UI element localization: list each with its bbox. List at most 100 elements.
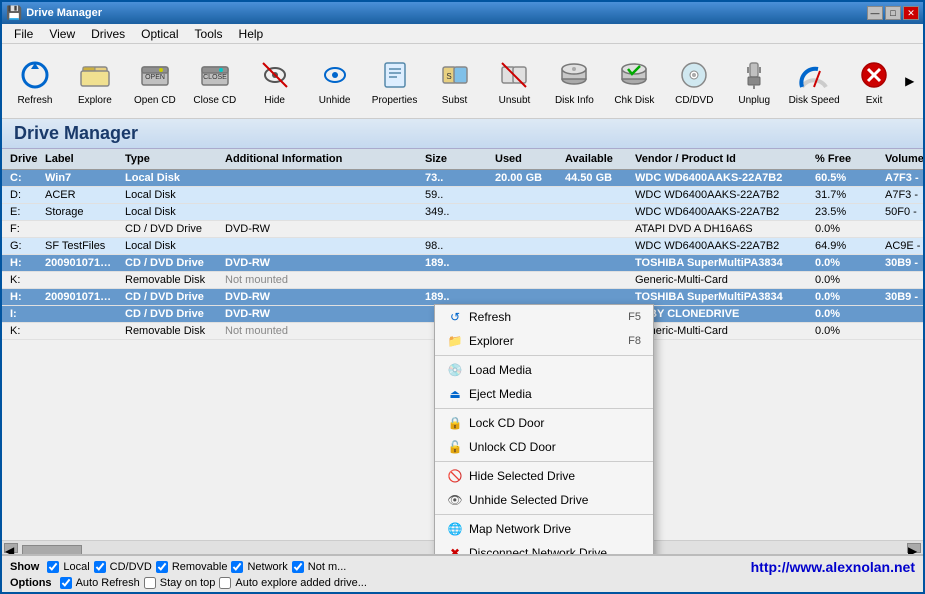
ctx-eject-media[interactable]: ⏏ Eject Media	[435, 382, 653, 406]
context-menu: ↺ Refresh F5 📁 Explorer F8 💿 Load Media …	[434, 304, 654, 554]
menu-optical[interactable]: Optical	[133, 25, 186, 43]
option-stay-on-top-checkbox[interactable]	[144, 577, 156, 589]
ctx-disconnect-network[interactable]: ✖ Disconnect Network Drive	[435, 541, 653, 554]
cell-drive: I:	[6, 307, 41, 321]
scroll-thumb[interactable]	[22, 545, 82, 555]
option-auto-explore-group[interactable]: Auto explore added drive...	[219, 577, 366, 589]
toolbar-unhide-button[interactable]: Unhide	[306, 47, 364, 115]
toolbar-chk-disk-button[interactable]: Chk Disk	[605, 47, 663, 115]
show-notm-checkbox[interactable]	[292, 561, 304, 573]
show-local-checkbox-group[interactable]: Local	[47, 561, 89, 573]
ctx-refresh[interactable]: ↺ Refresh F5	[435, 305, 653, 329]
show-network-checkbox-group[interactable]: Network	[231, 561, 287, 573]
option-auto-explore-checkbox[interactable]	[219, 577, 231, 589]
cell-label: 200901071013	[41, 256, 121, 270]
ctx-map-network-icon: 🌐	[447, 521, 463, 537]
cell-free: 0.0%	[811, 290, 881, 304]
cell-type: Local Disk	[121, 188, 221, 202]
show-local-checkbox[interactable]	[47, 561, 59, 573]
show-cddvd-checkbox[interactable]	[94, 561, 106, 573]
toolbar-properties-button[interactable]: Properties	[366, 47, 424, 115]
menu-tools[interactable]: Tools	[187, 25, 231, 43]
toolbar-cd-dvd-button[interactable]: CD/DVD	[665, 47, 723, 115]
cell-type: Local Disk	[121, 171, 221, 185]
table-row[interactable]: E: Storage Local Disk 349.. WDC WD6400AA…	[2, 204, 923, 221]
table-row[interactable]: D: ACER Local Disk 59.. WDC WD6400AAKS-2…	[2, 187, 923, 204]
minimize-window-button[interactable]: —	[867, 6, 883, 20]
toolbar-refresh-button[interactable]: Refresh	[6, 47, 64, 115]
website-link[interactable]: http://www.alexnolan.net	[751, 559, 915, 575]
table-row[interactable]: C: Win7 Local Disk 73.. 20.00 GB 44.50 G…	[2, 170, 923, 187]
toolbar-disk-speed-button[interactable]: Disk Speed	[785, 47, 843, 115]
toolbar-exit-button[interactable]: Exit	[845, 47, 903, 115]
show-removable-checkbox[interactable]	[156, 561, 168, 573]
cell-volume: 30B9 -	[881, 290, 923, 304]
chk-disk-icon	[616, 57, 652, 93]
ctx-lock-cd[interactable]: 🔒 Lock CD Door	[435, 411, 653, 435]
ctx-sep-4	[435, 514, 653, 515]
option-stay-on-top-group[interactable]: Stay on top	[144, 577, 216, 589]
ctx-hide-drive-icon: 🚫	[447, 468, 463, 484]
cell-drive: K:	[6, 324, 41, 338]
table-row[interactable]: G: SF TestFiles Local Disk 98.. WDC WD64…	[2, 238, 923, 255]
cell-type: CD / DVD Drive	[121, 222, 221, 236]
toolbar-disk-info-button[interactable]: Disk Info	[545, 47, 603, 115]
disk-speed-icon	[796, 57, 832, 93]
cell-type: CD / DVD Drive	[121, 256, 221, 270]
toolbar-cd-dvd-label: CD/DVD	[675, 95, 713, 106]
toolbar-unplug-button[interactable]: Unplug	[725, 47, 783, 115]
toolbar-unsubst-button[interactable]: Unsubt	[486, 47, 544, 115]
option-auto-refresh-group[interactable]: Auto Refresh	[60, 577, 140, 589]
cell-available: 44.50 GB	[561, 171, 631, 185]
close-window-button[interactable]: ✕	[903, 6, 919, 20]
table-row[interactable]: F: CD / DVD Drive DVD-RW ATAPI DVD A DH1…	[2, 221, 923, 238]
cell-size: 349..	[421, 205, 491, 219]
toolbar-more-arrow[interactable]: ▶	[905, 74, 919, 88]
show-line: Show Local CD/DVD Removable Network Not …	[10, 559, 915, 575]
show-local-label: Local	[63, 561, 89, 573]
maximize-window-button[interactable]: □	[885, 6, 901, 20]
cell-size: 73..	[421, 171, 491, 185]
ctx-unlock-cd[interactable]: 🔓 Unlock CD Door	[435, 435, 653, 459]
toolbar-hide-button[interactable]: Hide	[246, 47, 304, 115]
cell-info	[221, 194, 421, 196]
cell-free: 0.0%	[811, 324, 881, 338]
menu-drives[interactable]: Drives	[83, 25, 133, 43]
cell-type: CD / DVD Drive	[121, 290, 221, 304]
show-notm-checkbox-group[interactable]: Not m...	[292, 561, 347, 573]
menu-file[interactable]: File	[6, 25, 41, 43]
ctx-map-network-label: Map Network Drive	[469, 522, 571, 536]
cell-available	[561, 279, 631, 281]
cell-drive: C:	[6, 171, 41, 185]
menu-help[interactable]: Help	[231, 25, 272, 43]
show-cddvd-checkbox-group[interactable]: CD/DVD	[94, 561, 152, 573]
col-header-size: Size	[421, 151, 491, 167]
toolbar-close-cd-label: Close CD	[193, 95, 236, 106]
scroll-right-btn[interactable]: ▶	[907, 543, 921, 553]
ctx-explorer-label: Explorer	[469, 334, 514, 348]
ctx-map-network[interactable]: 🌐 Map Network Drive	[435, 517, 653, 541]
table-row[interactable]: K: Removable Disk Not mounted Generic-Mu…	[2, 272, 923, 289]
toolbar-explore-button[interactable]: Explore	[66, 47, 124, 115]
bottom-area: Show Local CD/DVD Removable Network Not …	[2, 554, 923, 592]
toolbar-close-cd-button[interactable]: CLOSE Close CD	[186, 47, 244, 115]
show-network-checkbox[interactable]	[231, 561, 243, 573]
ctx-load-media[interactable]: 💿 Load Media	[435, 358, 653, 382]
scroll-left-btn[interactable]: ◀	[4, 543, 18, 553]
toolbar-subst-button[interactable]: S Subst	[426, 47, 484, 115]
menu-view[interactable]: View	[41, 25, 83, 43]
ctx-explorer[interactable]: 📁 Explorer F8	[435, 329, 653, 353]
ctx-hide-drive[interactable]: 🚫 Hide Selected Drive	[435, 464, 653, 488]
toolbar-open-cd-button[interactable]: OPEN Open CD	[126, 47, 184, 115]
cell-drive: G:	[6, 239, 41, 253]
show-notm-label: Not m...	[308, 561, 347, 573]
main-window: 💾 Drive Manager — □ ✕ File View Drives O…	[0, 0, 925, 594]
show-removable-checkbox-group[interactable]: Removable	[156, 561, 228, 573]
ctx-eject-media-label: Eject Media	[469, 387, 532, 401]
col-header-label: Label	[41, 151, 121, 167]
ctx-unhide-drive[interactable]: 👁 Unhide Selected Drive	[435, 488, 653, 512]
cell-available	[561, 228, 631, 230]
close-cd-icon: CLOSE	[197, 57, 233, 93]
table-row[interactable]: H: 200901071013 CD / DVD Drive DVD-RW 18…	[2, 255, 923, 272]
option-auto-refresh-checkbox[interactable]	[60, 577, 72, 589]
